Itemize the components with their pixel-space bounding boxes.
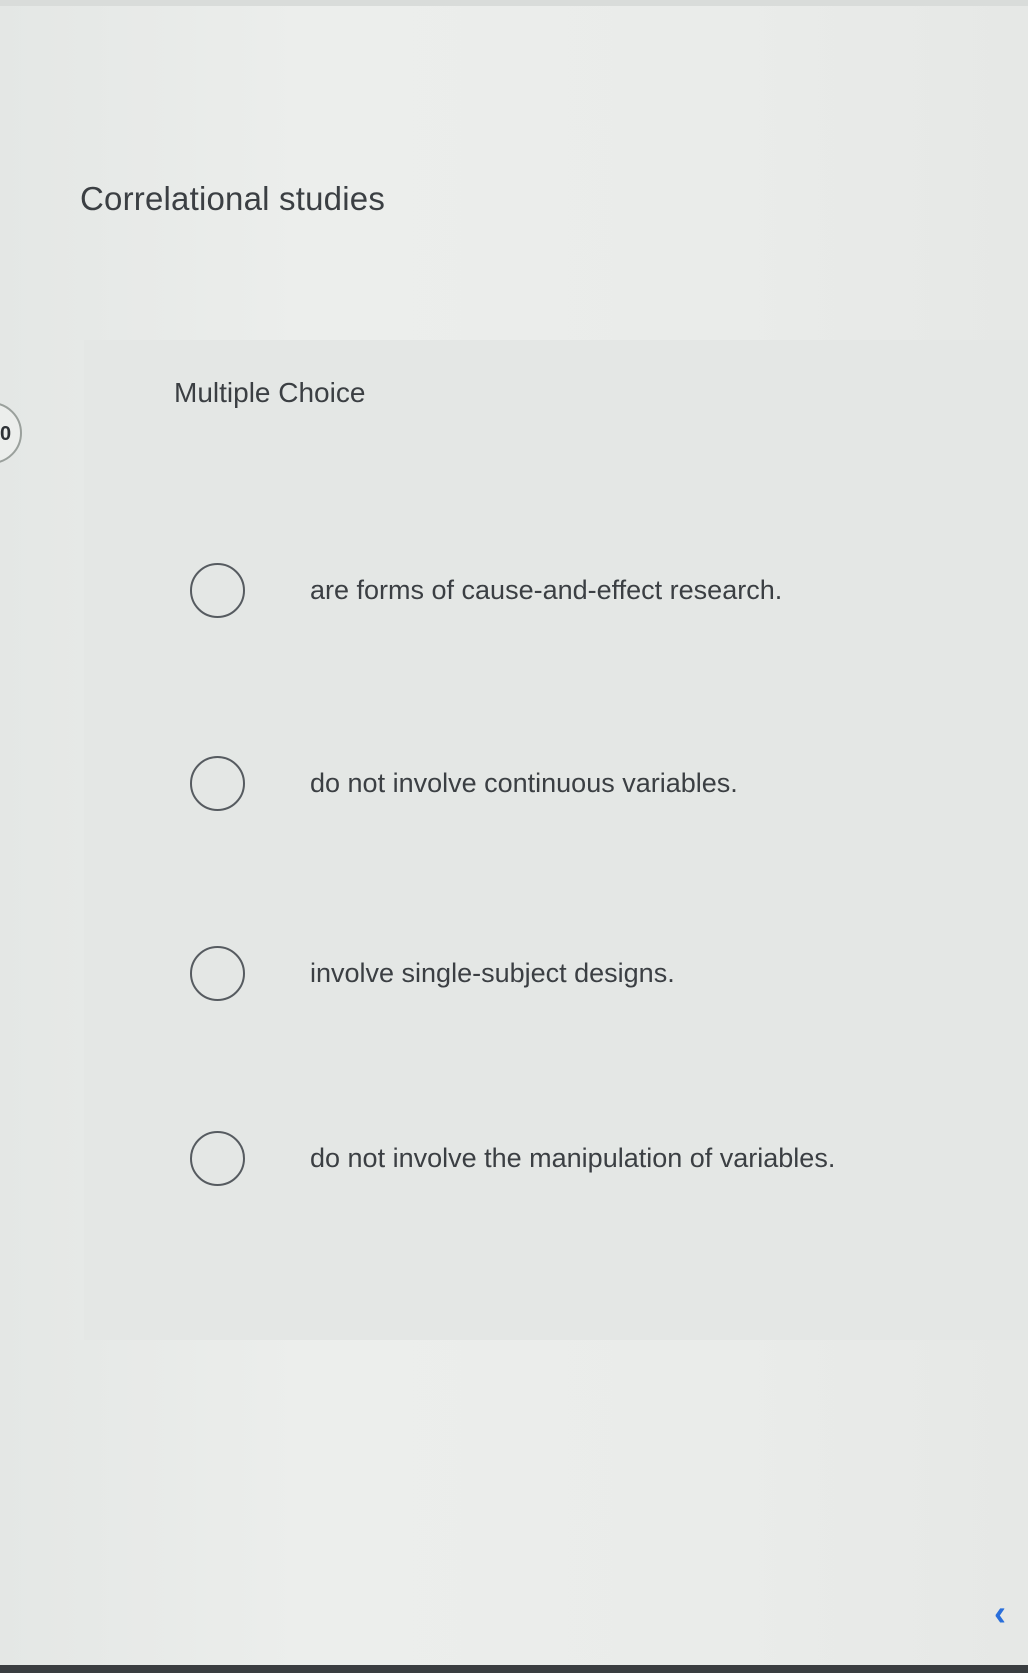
question-number-label: 0 [0,423,12,445]
answer-option-text: involve single-subject designs. [310,957,675,988]
answer-option-3[interactable]: involve single-subject designs. [190,903,1028,1043]
answer-option-2[interactable]: do not involve continuous variables. [190,713,1028,853]
answer-option-text: are forms of cause-and-effect research. [310,574,783,605]
question-type-label: Multiple Choice [174,377,366,408]
radio-button-icon[interactable] [190,1130,245,1186]
screen-bottom-edge [0,1665,1028,1673]
answer-option-1[interactable]: are forms of cause-and-effect research. [190,520,1028,660]
radio-button-icon[interactable] [190,755,245,811]
question-prompt: Correlational studies [80,180,386,217]
answer-option-text: do not involve the manipulation of varia… [310,1142,836,1173]
radio-button-icon[interactable] [190,562,245,618]
chevron-left-icon[interactable]: ‹ [994,1595,1006,1631]
radio-button-icon[interactable] [190,945,245,1001]
screen-top-edge [0,0,1028,6]
answer-option-text: do not involve continuous variables. [310,767,738,798]
answer-option-4[interactable]: do not involve the manipulation of varia… [190,1088,1028,1228]
